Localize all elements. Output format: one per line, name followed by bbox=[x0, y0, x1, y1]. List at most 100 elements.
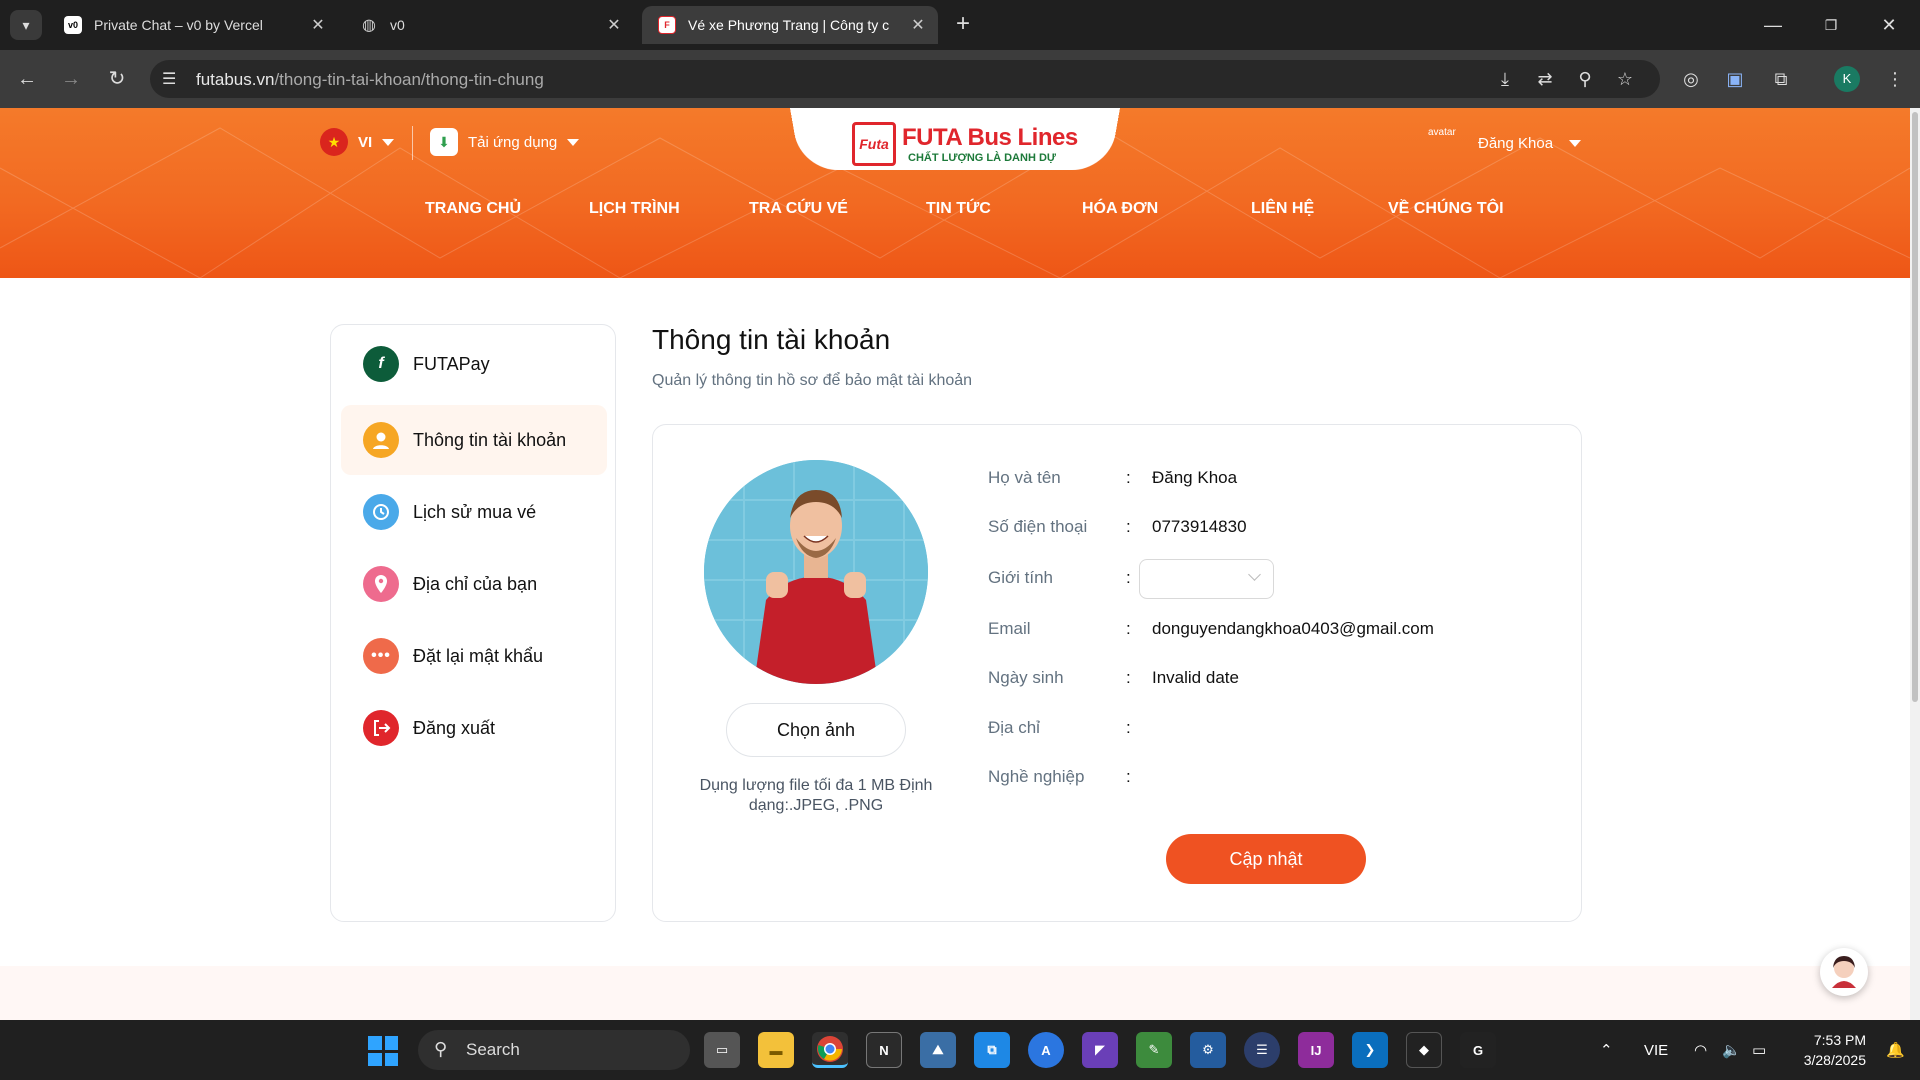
wifi-icon[interactable]: ◠ bbox=[1694, 1020, 1707, 1080]
field-value-birthdate: Invalid date bbox=[1152, 668, 1239, 687]
tab-title: v0 bbox=[390, 17, 405, 33]
battery-icon[interactable]: ▭ bbox=[1752, 1020, 1766, 1080]
restore-button[interactable]: ❐ bbox=[1802, 0, 1860, 50]
intellij-icon[interactable]: IJ bbox=[1298, 1032, 1334, 1068]
bookmark-star-icon[interactable]: ☆ bbox=[1610, 64, 1640, 94]
user-menu[interactable]: avatar Đăng Khoa bbox=[1428, 126, 1582, 160]
sidebar-item-address[interactable]: Địa chỉ của bạn bbox=[341, 549, 607, 619]
field-label-gender: Giới tính bbox=[988, 568, 1054, 587]
dev-tool-icon[interactable]: ⚙ bbox=[1190, 1032, 1226, 1068]
vscode-icon[interactable]: ❯ bbox=[1352, 1032, 1388, 1068]
profile-avatar[interactable]: K bbox=[1834, 66, 1860, 92]
compass-extension-icon[interactable]: ◎ bbox=[1676, 64, 1706, 94]
notion-icon[interactable]: N bbox=[866, 1032, 902, 1068]
new-tab-button[interactable]: + bbox=[948, 10, 978, 40]
tab-title: Vé xe Phương Trang | Công ty c bbox=[688, 17, 890, 33]
chrome-icon[interactable] bbox=[812, 1032, 848, 1068]
close-window-button[interactable]: ✕ bbox=[1860, 0, 1918, 50]
site-info-icon[interactable]: ☰ bbox=[162, 69, 176, 89]
photos-app-icon[interactable]: ⛰ bbox=[920, 1032, 956, 1068]
field-label-birthdate: Ngày sinh bbox=[988, 668, 1064, 687]
nav-hoa-don[interactable]: HÓA ĐƠN bbox=[1082, 200, 1158, 218]
paint-app-icon[interactable]: ✎ bbox=[1136, 1032, 1172, 1068]
zoom-icon[interactable]: ⚲ bbox=[1570, 64, 1600, 94]
input-language[interactable]: VIE bbox=[1644, 1020, 1668, 1080]
caret-down-icon bbox=[567, 138, 580, 146]
nav-tra-cuu-ve[interactable]: TRA CỨU VÉ bbox=[749, 200, 848, 218]
cube-app-icon[interactable]: ◆ bbox=[1406, 1032, 1442, 1068]
show-hidden-icons-chevron-icon[interactable]: ⌃ bbox=[1600, 1020, 1613, 1080]
clock-time: 7:53 PM bbox=[1813, 1032, 1866, 1048]
windows-start-icon[interactable] bbox=[368, 1036, 398, 1066]
page-scrollbar[interactable] bbox=[1910, 108, 1920, 1020]
field-label-email: Email bbox=[988, 619, 1031, 638]
app-download-label: Tải ứng dụng bbox=[468, 133, 558, 151]
file-explorer-icon[interactable]: ▬ bbox=[758, 1032, 794, 1068]
futa-logo[interactable]: Futa FUTA Bus Lines CHẤT LƯỢNG LÀ DANH D… bbox=[852, 122, 1078, 166]
update-button[interactable]: Cập nhật bbox=[1166, 834, 1366, 884]
sidebar-item-label: Lịch sử mua vé bbox=[413, 501, 537, 522]
logitech-g-icon[interactable]: G bbox=[1460, 1032, 1496, 1068]
minimize-button[interactable]: — bbox=[1744, 0, 1802, 50]
field-colon: : bbox=[1126, 468, 1131, 487]
nav-tin-tuc[interactable]: TIN TỨC bbox=[926, 200, 991, 218]
field-value-email: donguyendangkhoa0403@gmail.com bbox=[1152, 619, 1434, 638]
address-bar[interactable]: ☰ futabus.vn/thong-tin-tai-khoan/thong-t… bbox=[150, 60, 1660, 98]
page-title: Thông tin tài khoản bbox=[652, 324, 891, 355]
app-download-button[interactable]: ⬇ Tải ứng dụng bbox=[430, 128, 580, 156]
search-icon: ⚲ bbox=[434, 1039, 448, 1059]
user-icon bbox=[363, 422, 399, 458]
field-label-fullname: Họ và tên bbox=[988, 468, 1061, 487]
language-selector[interactable]: ★ VI bbox=[320, 128, 395, 156]
field-colon: : bbox=[1126, 718, 1131, 737]
reload-button[interactable]: ↻ bbox=[102, 64, 132, 94]
profile-photo bbox=[704, 460, 928, 684]
user-name: Đăng Khoa bbox=[1478, 134, 1554, 152]
tab-futabus[interactable]: F Vé xe Phương Trang | Công ty c ✕ bbox=[642, 6, 938, 44]
scrollbar-thumb[interactable] bbox=[1912, 112, 1918, 702]
chrome-menu-icon[interactable]: ⋮ bbox=[1880, 64, 1910, 94]
taskbar-search[interactable]: ⚲ Search bbox=[418, 1030, 690, 1070]
url-text[interactable]: futabus.vn/thong-tin-tai-khoan/thong-tin… bbox=[196, 70, 544, 90]
install-app-icon[interactable]: ⤓ bbox=[1490, 64, 1520, 94]
nav-lich-trinh[interactable]: LỊCH TRÌNH bbox=[589, 200, 680, 218]
close-tab-icon[interactable]: ✕ bbox=[908, 15, 928, 35]
sidebar-item-account-info[interactable]: Thông tin tài khoản bbox=[341, 405, 607, 475]
notification-bell-icon[interactable]: 🔔 bbox=[1886, 1020, 1905, 1080]
gender-select[interactable] bbox=[1139, 559, 1274, 599]
location-icon bbox=[363, 566, 399, 602]
site-header: ★ VI ⬇ Tải ứng dụng Futa FUTA Bus Lines … bbox=[0, 108, 1910, 278]
close-tab-icon[interactable]: ✕ bbox=[308, 15, 328, 35]
extensions-puzzle-icon[interactable]: ⧉ bbox=[1766, 64, 1796, 94]
visual-studio-icon[interactable]: ◤ bbox=[1082, 1032, 1118, 1068]
account-sidebar: f FUTAPay Thông tin tài khoản Lịch sử mu… bbox=[330, 324, 616, 922]
choose-photo-button[interactable]: Chọn ảnh bbox=[726, 703, 906, 757]
nav-ve-chung-toi[interactable]: VỀ CHÚNG TÔI bbox=[1388, 200, 1504, 218]
translate-icon[interactable]: ⇄ bbox=[1530, 64, 1560, 94]
remote-desktop-icon[interactable]: ⧉ bbox=[974, 1032, 1010, 1068]
close-tab-icon[interactable]: ✕ bbox=[604, 15, 624, 35]
nav-trang-chu[interactable]: TRANG CHỦ bbox=[425, 200, 521, 218]
forward-button[interactable]: → bbox=[56, 64, 86, 94]
language-label: VI bbox=[358, 133, 373, 151]
sidebar-item-ticket-history[interactable]: Lịch sử mua vé bbox=[341, 477, 607, 547]
translate-extension-icon[interactable]: ▣ bbox=[1720, 64, 1750, 94]
tab-v0[interactable]: ◍ v0 ✕ bbox=[344, 6, 634, 44]
nav-lien-he[interactable]: LIÊN HỆ bbox=[1251, 200, 1314, 218]
eclipse-icon[interactable]: ☰ bbox=[1244, 1032, 1280, 1068]
chat-support-avatar-icon[interactable] bbox=[1820, 948, 1868, 996]
task-view-icon[interactable]: ▭ bbox=[704, 1032, 740, 1068]
tab-private-chat[interactable]: v0 Private Chat – v0 by Vercel ✕ bbox=[48, 6, 338, 44]
user-avatar: avatar bbox=[1428, 127, 1456, 138]
sidebar-item-label: Địa chỉ của bạn bbox=[413, 573, 538, 594]
system-clock[interactable]: 7:53 PM 3/28/2025 bbox=[1794, 1030, 1866, 1070]
tab-search-dropdown-button[interactable]: ▾ bbox=[10, 10, 42, 40]
sidebar-item-futapay[interactable]: f FUTAPay bbox=[341, 329, 607, 399]
caret-down-icon bbox=[382, 138, 395, 146]
app-store-icon[interactable]: A bbox=[1028, 1032, 1064, 1068]
back-button[interactable]: ← bbox=[12, 64, 42, 94]
futapay-icon: f bbox=[363, 346, 399, 382]
sidebar-item-logout[interactable]: Đăng xuất bbox=[341, 693, 607, 763]
sidebar-item-reset-password[interactable]: ••• Đặt lại mật khẩu bbox=[341, 621, 607, 691]
volume-icon[interactable]: 🔈 bbox=[1722, 1020, 1741, 1080]
